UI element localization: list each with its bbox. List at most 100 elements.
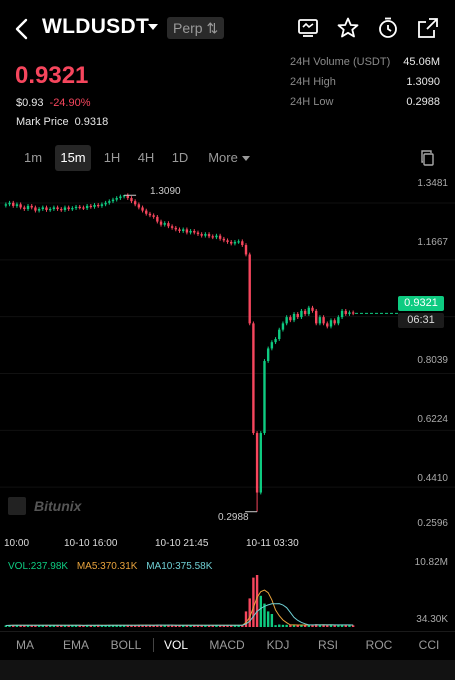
current-price-tag: 0.9321 [398,296,444,311]
candle-body [292,313,296,321]
candle-body [322,317,325,324]
candle-body [255,433,259,493]
candle-body [52,207,56,210]
candle-body [193,230,196,233]
low-marker-label: 0.2988 [218,512,249,523]
indicator-ema[interactable]: EMA [56,632,96,658]
volume-bar [326,625,329,627]
expand-icon[interactable] [8,497,26,515]
timeframe-bar: 1m 15m 1H 4H 1D More [0,145,455,171]
candle-body [300,310,303,318]
stat-value: 0.2988 [406,96,440,108]
back-icon[interactable] [12,17,32,41]
indicator-vol[interactable]: VOL [158,632,194,658]
candle-body [23,207,26,210]
volume-bar [270,614,274,627]
ma10-value: MA10:375.58K [146,561,213,572]
candle-body [108,201,111,203]
volume-bar [289,625,292,627]
candle-body [93,204,96,207]
indicator-rsi[interactable]: RSI [310,632,346,658]
volume-bar [285,624,288,627]
candle-body [218,235,222,239]
volume-bar [248,598,251,627]
candle-body [34,207,37,211]
tab-1d[interactable]: 1D [166,145,194,171]
candle-body [85,205,89,209]
candle-body [163,223,166,225]
indicator-macd[interactable]: MACD [204,632,250,658]
tab-1m[interactable]: 1m [18,145,48,171]
candle-body [167,223,170,227]
tab-1h[interactable]: 1H [98,145,126,171]
candle-body [337,317,340,324]
candle-body [351,312,355,314]
candle-body [170,226,174,228]
tab-more[interactable]: More [202,145,256,171]
watermark: Bitunix [8,497,81,515]
indicator-kdj[interactable]: KDJ [260,632,296,658]
candle-body [344,310,347,314]
dropdown-caret-icon[interactable] [147,22,159,32]
y-tick-label: 0.8039 [417,355,448,366]
chevron-down-icon [241,156,250,162]
candle-body [156,216,159,222]
candle-body [97,204,100,207]
candle-body [82,207,85,209]
ma10-line [5,603,354,626]
candle-body [348,312,351,314]
star-icon[interactable] [336,16,360,40]
more-label: More [208,150,238,165]
tab-4h[interactable]: 4H [132,145,160,171]
y-tick-label: 0.6224 [417,414,448,425]
symbol-title[interactable]: WLDUSDT [42,15,149,39]
candle-body [296,313,299,318]
indicator-boll[interactable]: BOLL [104,632,148,658]
copy-icon[interactable] [420,150,436,166]
candlestick-chart[interactable] [0,172,455,552]
tab-15m[interactable]: 15m [55,145,91,171]
y-tick-label: 0.4410 [417,473,448,484]
candle-body [67,207,70,210]
candle-body [204,234,207,236]
candle-body [148,213,152,216]
candle-body [326,323,329,327]
indicator-ma[interactable]: MA [6,632,44,658]
y-tick-label: 1.1667 [417,237,448,248]
volume-bar [266,611,270,627]
contract-type-badge[interactable]: Perp ⇅ [167,17,225,39]
candle-body [200,234,203,236]
candle-body [4,204,8,206]
candle-body [19,204,22,208]
candle-body [12,202,15,206]
candle-body [189,230,192,233]
watermark-text: Bitunix [34,498,82,514]
indicator-cci[interactable]: CCI [412,632,446,658]
candle-body [215,235,218,238]
indicator-roc[interactable]: ROC [360,632,398,658]
candle-body [333,320,336,324]
stat-label: 24H Low [290,96,334,108]
favorite-toggle-icon[interactable] [296,16,320,40]
stat-24h-low: 24H Low 0.2988 [290,92,440,112]
candle-body [159,221,163,225]
stats-panel: 24H Volume (USDT) 45.06M 24H High 1.3090 2… [290,44,440,112]
share-icon[interactable] [416,16,440,40]
candle-body [281,323,285,330]
vol-value: VOL:237.98K [8,561,69,572]
candle-body [226,240,229,242]
usd-price: $0.93 [16,97,44,109]
candle-body [104,202,107,205]
candle-body [315,310,318,324]
candle-body [270,342,274,349]
candle-body [311,307,314,311]
stat-value: 45.06M [403,56,440,68]
candle-body [152,215,155,217]
candle-body [8,202,11,205]
candle-body [285,317,288,324]
alarm-clock-icon[interactable] [376,16,400,40]
candle-body [252,323,255,434]
x-tick-label: 10-10 16:00 [64,538,118,549]
candle-body [174,227,178,230]
mark-price-value: 0.9318 [74,116,109,128]
